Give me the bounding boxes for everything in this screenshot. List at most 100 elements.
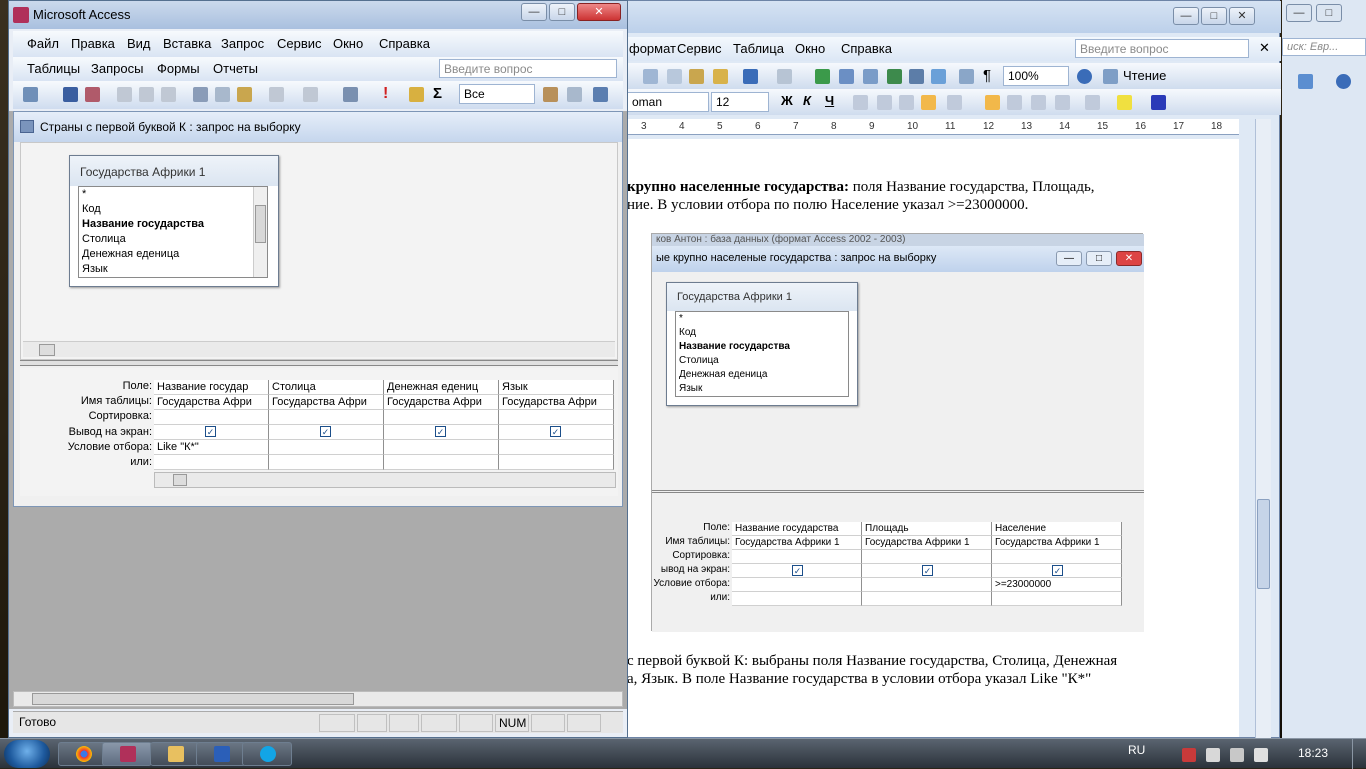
grid-or-3[interactable] xyxy=(384,455,499,470)
show-desktop-button[interactable] xyxy=(1352,739,1366,769)
grid-scroll-thumb[interactable] xyxy=(173,474,187,486)
language-indicator[interactable]: RU xyxy=(1128,743,1145,757)
side-help-icon[interactable] xyxy=(1336,74,1351,89)
taskbar-skype[interactable] xyxy=(242,742,292,766)
taskbar-chrome[interactable] xyxy=(58,742,108,766)
grid-show-checkbox-2[interactable]: ✓ xyxy=(320,426,331,437)
word-vertical-scrollbar[interactable] xyxy=(1255,119,1271,739)
highlight-icon[interactable] xyxy=(1117,95,1132,110)
clock[interactable]: 18:23 xyxy=(1298,746,1328,760)
field-item-currency[interactable]: Денежная еденица xyxy=(82,248,179,260)
grid-or-2[interactable] xyxy=(269,455,384,470)
top-values-select[interactable]: Все xyxy=(459,84,535,104)
pane-splitter[interactable] xyxy=(20,360,618,366)
grid-table-1[interactable]: Государства Афри xyxy=(154,395,269,410)
query-grid[interactable]: Поле: Имя таблицы: Сортировка: Вывод на … xyxy=(20,368,618,496)
tray-device-icon[interactable] xyxy=(1206,748,1220,762)
grid-or-4[interactable] xyxy=(499,455,614,470)
word-menu-window[interactable]: Окно xyxy=(795,41,825,56)
hyperlink-icon[interactable] xyxy=(815,69,830,84)
font-color-icon[interactable] xyxy=(1151,95,1166,110)
paste-icon[interactable] xyxy=(689,69,704,84)
grid-table-3[interactable]: Государства Афри xyxy=(384,395,499,410)
help-icon[interactable] xyxy=(1077,69,1092,84)
access-hscroll-thumb[interactable] xyxy=(32,693,354,705)
grid-criteria-3[interactable] xyxy=(384,440,499,455)
increase-indent-icon[interactable] xyxy=(1055,95,1070,110)
file-search-icon[interactable] xyxy=(85,87,100,102)
word-menu-help[interactable]: Справка xyxy=(841,41,892,56)
word-ask-input[interactable]: Введите вопрос xyxy=(1075,39,1249,58)
close-icon[interactable]: ✕ xyxy=(1229,7,1255,25)
table-pane-scroll-thumb[interactable] xyxy=(39,344,55,356)
build-icon[interactable] xyxy=(567,87,582,102)
objects-tables[interactable]: Таблицы xyxy=(27,61,80,76)
word-scroll-thumb[interactable] xyxy=(1257,499,1270,589)
tray-volume-icon[interactable] xyxy=(1254,748,1268,762)
access-titlebar[interactable]: Microsoft Access — □ ✕ xyxy=(9,1,627,29)
totals-icon[interactable]: Σ xyxy=(433,85,442,102)
grid-criteria-1[interactable]: Like "К*" xyxy=(154,440,269,455)
field-item-star[interactable]: * xyxy=(82,188,86,200)
access-maximize-icon[interactable]: □ xyxy=(549,3,575,21)
properties-icon[interactable] xyxy=(543,87,558,102)
field-item-name[interactable]: Название государства xyxy=(82,218,204,230)
grid-table-4[interactable]: Государства Афри xyxy=(499,395,614,410)
menu-insert[interactable]: Вставка xyxy=(163,36,211,51)
side-restore-icon[interactable]: □ xyxy=(1316,4,1342,22)
grid-sort-1[interactable] xyxy=(154,410,269,425)
query-type-icon[interactable] xyxy=(343,87,358,102)
objects-reports[interactable]: Отчеты xyxy=(213,61,258,76)
menu-window[interactable]: Окно xyxy=(333,36,363,51)
menu-view[interactable]: Вид xyxy=(127,36,151,51)
access-window[interactable]: Microsoft Access — □ ✕ Файл Правка Вид В… xyxy=(8,0,628,738)
menu-edit[interactable]: Правка xyxy=(71,36,115,51)
spelling-icon[interactable] xyxy=(161,87,176,102)
access-minimize-icon[interactable]: — xyxy=(521,3,547,21)
grid-field-1[interactable]: Название государ xyxy=(154,380,269,395)
tray-network-icon[interactable] xyxy=(1182,748,1196,762)
access-ask-input[interactable]: Введите вопрос xyxy=(439,59,617,78)
grid-show-checkbox-3[interactable]: ✓ xyxy=(435,426,446,437)
start-button[interactable] xyxy=(4,740,50,768)
tables-borders-icon[interactable] xyxy=(839,69,854,84)
grid-field-4[interactable]: Язык xyxy=(499,380,614,395)
align-center-icon[interactable] xyxy=(877,95,892,110)
taskbar-word[interactable] xyxy=(196,742,246,766)
grid-criteria-2[interactable] xyxy=(269,440,384,455)
copy-icon[interactable] xyxy=(215,87,230,102)
undo-icon[interactable] xyxy=(269,87,284,102)
tray-monitor-icon[interactable] xyxy=(1230,748,1244,762)
access-close-icon[interactable]: ✕ xyxy=(577,3,621,21)
taskbar-explorer[interactable] xyxy=(150,742,200,766)
grid-or-1[interactable] xyxy=(154,455,269,470)
justify-icon[interactable] xyxy=(921,95,936,110)
copy-icon[interactable] xyxy=(667,69,682,84)
word-window[interactable]: — □ ✕ формат Сервис Таблица Окно Справка… xyxy=(596,0,1281,739)
word-menu-service[interactable]: Сервис xyxy=(677,41,722,56)
field-item-capital[interactable]: Столица xyxy=(82,233,126,245)
zoom-select[interactable]: 100% xyxy=(1003,66,1069,86)
redo-icon[interactable] xyxy=(777,69,792,84)
borders-icon[interactable] xyxy=(1085,95,1100,110)
line-spacing-icon[interactable] xyxy=(947,95,962,110)
field-list-scroll-thumb[interactable] xyxy=(255,205,266,243)
grid-show-checkbox-4[interactable]: ✓ xyxy=(550,426,561,437)
align-right-icon[interactable] xyxy=(899,95,914,110)
side-layout-icon[interactable] xyxy=(1298,74,1313,89)
objects-queries[interactable]: Запросы xyxy=(91,61,143,76)
view-icon[interactable] xyxy=(23,87,38,102)
minimize-icon[interactable]: — xyxy=(1173,7,1199,25)
side-minimize-icon[interactable]: — xyxy=(1286,4,1312,22)
bullets-icon[interactable] xyxy=(1007,95,1022,110)
italic-icon[interactable]: К xyxy=(803,93,811,108)
field-list-scrollbar[interactable] xyxy=(253,187,267,277)
font-select[interactable]: oman xyxy=(627,92,709,112)
font-size-select[interactable]: 12 xyxy=(711,92,769,112)
field-list[interactable]: * Код Название государства Столица Денеж… xyxy=(78,186,268,278)
grid-criteria-4[interactable] xyxy=(499,440,614,455)
bold-icon[interactable]: Ж xyxy=(781,93,793,108)
align-left-icon[interactable] xyxy=(853,95,868,110)
taskbar-access[interactable] xyxy=(102,742,152,766)
numbering-icon[interactable] xyxy=(985,95,1000,110)
